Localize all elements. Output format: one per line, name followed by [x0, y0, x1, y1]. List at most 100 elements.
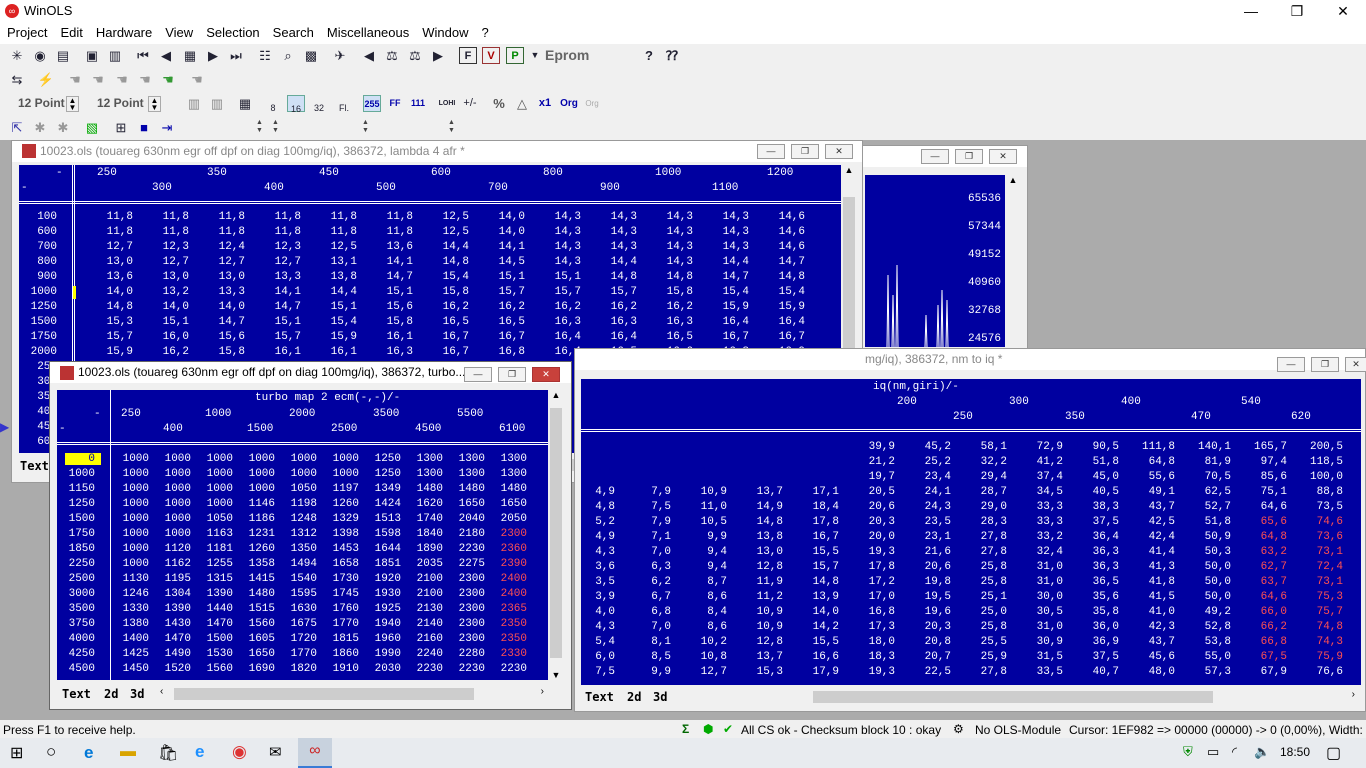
edge-icon[interactable]: e	[84, 743, 93, 763]
menu-project[interactable]: Project	[0, 22, 53, 40]
graph-restore-button[interactable]: ❐	[955, 149, 983, 164]
iq-close-button[interactable]: ✕	[1345, 357, 1366, 372]
menu-view[interactable]: View	[158, 22, 199, 40]
iq-minimize-button[interactable]: —	[1277, 357, 1305, 372]
v-icon[interactable]: V	[482, 47, 500, 64]
hand4-icon[interactable]: ☚	[136, 71, 154, 88]
hand3-icon[interactable]: ☚	[113, 71, 131, 88]
turbo-restore-button[interactable]: ❐	[498, 367, 526, 382]
turbo-map-window[interactable]: 10023.ols (touareg 630nm egr off dpf on …	[49, 361, 572, 710]
float-button[interactable]: Fl.	[335, 95, 353, 113]
bits32-button[interactable]: 32	[310, 95, 328, 113]
font-size-b-spinner[interactable]: ▲ ▼	[148, 96, 161, 112]
hex-button[interactable]: FF	[386, 95, 404, 112]
tool2-icon[interactable]: ✱	[31, 119, 49, 136]
font-size-b-select[interactable]: 12 Point	[97, 96, 144, 110]
columns3-icon[interactable]: ⊞	[112, 119, 130, 136]
turbo-close-button[interactable]: ✕	[532, 367, 560, 382]
lambda-minimize-button[interactable]: —	[757, 144, 785, 159]
list-icon[interactable]: ☷	[256, 47, 274, 64]
columns2-icon[interactable]: ▥	[208, 95, 226, 112]
context-help-icon[interactable]: ⁇	[663, 47, 681, 64]
menu-selection[interactable]: Selection	[199, 22, 265, 40]
connect-icon[interactable]: ⇆	[8, 71, 26, 88]
f-icon[interactable]: F	[459, 47, 477, 64]
chip-icon[interactable]: ▩	[302, 47, 320, 64]
notifications-icon[interactable]: ▢	[1326, 743, 1341, 763]
hand1-icon[interactable]: ☚	[66, 71, 84, 88]
forward-icon[interactable]: ▶	[429, 47, 447, 64]
open-icon[interactable]: ◉	[31, 47, 49, 64]
graph-vscroll[interactable]: ▲	[1005, 175, 1021, 347]
iq-hscroll[interactable]: ›	[683, 689, 1359, 705]
spinner2[interactable]: ▲ ▼	[272, 119, 282, 137]
search-icon[interactable]: ○	[46, 742, 56, 762]
iq-map-grid[interactable]: iq(nm,giri)/- 200 300 400 540 250 350 470 620 3…	[581, 379, 1361, 685]
iq-restore-button[interactable]: ❐	[1311, 357, 1339, 372]
factor-button[interactable]: x1	[536, 95, 554, 112]
next-icon[interactable]: ▶	[204, 47, 222, 64]
minimize-button[interactable]: —	[1228, 0, 1274, 22]
restore-button[interactable]: ❐	[1274, 0, 1320, 22]
menu-edit[interactable]: Edit	[53, 22, 88, 40]
hand2-icon[interactable]: ☚	[89, 71, 107, 88]
colors-icon[interactable]: ▧	[83, 119, 101, 136]
menu-help[interactable]: ?	[475, 22, 495, 40]
window2-icon[interactable]: ▥	[106, 47, 124, 64]
turbo-tab-text[interactable]: Text	[62, 687, 91, 704]
font-size-a-select[interactable]: 12 Point	[18, 96, 65, 110]
percent-button[interactable]: %	[490, 95, 508, 112]
store-icon[interactable]: 🛍	[158, 743, 178, 763]
org-button[interactable]: Org	[559, 95, 579, 112]
turbo-hscroll[interactable]: ‹ ›	[158, 686, 548, 702]
graph-minimize-button[interactable]: —	[921, 149, 949, 164]
winols-taskbar-icon[interactable]: ∞	[298, 738, 332, 768]
tray-network-icon[interactable]: ◜	[1232, 744, 1237, 760]
compare2-icon[interactable]: ⚖	[406, 47, 424, 64]
iq-map-window[interactable]: mg/iq), 386372, nm to iq * — ❐ ✕ iq(nm,g…	[574, 348, 1366, 712]
columns-icon[interactable]: ▥	[185, 95, 203, 112]
hand6-icon[interactable]: ☚	[188, 71, 206, 88]
tray-volume-icon[interactable]: 🔈	[1254, 744, 1270, 760]
lohi-button[interactable]: LOHI	[437, 95, 457, 112]
spinner4[interactable]: ▲ ▼	[448, 119, 458, 137]
window-icon[interactable]: ▣	[83, 47, 101, 64]
font-size-a-spinner[interactable]: ▲ ▼	[66, 96, 79, 112]
graph-close-button[interactable]: ✕	[989, 149, 1017, 164]
tool3-icon[interactable]: ✱	[54, 119, 72, 136]
eprom-label[interactable]: Eprom	[545, 47, 589, 63]
sign-button[interactable]: +/-	[461, 95, 479, 112]
iq-tab-text[interactable]: Text	[585, 690, 614, 707]
select-icon[interactable]: ⇱	[8, 119, 26, 136]
width-icon[interactable]: ⇥	[158, 119, 176, 136]
menu-window[interactable]: Window	[415, 22, 474, 40]
graph-window[interactable]: — ❐ ✕ 65536 57344 49152 40960 32768 2457…	[858, 145, 1028, 355]
help-icon[interactable]: ?	[640, 47, 658, 64]
lambda-restore-button[interactable]: ❐	[791, 144, 819, 159]
new-project-icon[interactable]: ✳	[8, 47, 26, 64]
graph-canvas[interactable]: 65536 57344 49152 40960 32768 24576	[865, 175, 1005, 347]
back-icon[interactable]: ◀	[360, 47, 378, 64]
prev-icon[interactable]: ◀	[157, 47, 175, 64]
mail-icon[interactable]: ✉	[269, 743, 282, 761]
close-button[interactable]: ✕	[1320, 0, 1366, 22]
spinner1[interactable]: ▲ ▼	[256, 119, 266, 137]
last-icon[interactable]: ⏭	[227, 47, 245, 64]
p-icon[interactable]: P	[506, 47, 524, 64]
flash-icon[interactable]: ⚡	[37, 71, 55, 88]
lambda-close-button[interactable]: ✕	[825, 144, 853, 159]
hand5-icon[interactable]: ☚	[159, 71, 177, 88]
turbo-minimize-button[interactable]: —	[464, 367, 492, 382]
grid-icon[interactable]: ▦	[181, 47, 199, 64]
org2-icon[interactable]: Org	[582, 95, 602, 112]
ie-icon[interactable]: e	[195, 742, 204, 762]
spinner3[interactable]: ▲ ▼	[362, 119, 372, 137]
menu-search[interactable]: Search	[266, 22, 320, 40]
iq-tab-2d[interactable]: 2d	[627, 690, 641, 707]
dropdown-chevron-icon[interactable]: ▼	[526, 47, 544, 64]
bits8-button[interactable]: 8	[264, 95, 282, 113]
lambda-tab-text[interactable]: Text	[20, 459, 49, 476]
tray-shield-icon[interactable]: ⛨	[1183, 744, 1193, 760]
fill-icon[interactable]: ■	[135, 119, 153, 136]
dec-button[interactable]: 255	[363, 95, 381, 112]
